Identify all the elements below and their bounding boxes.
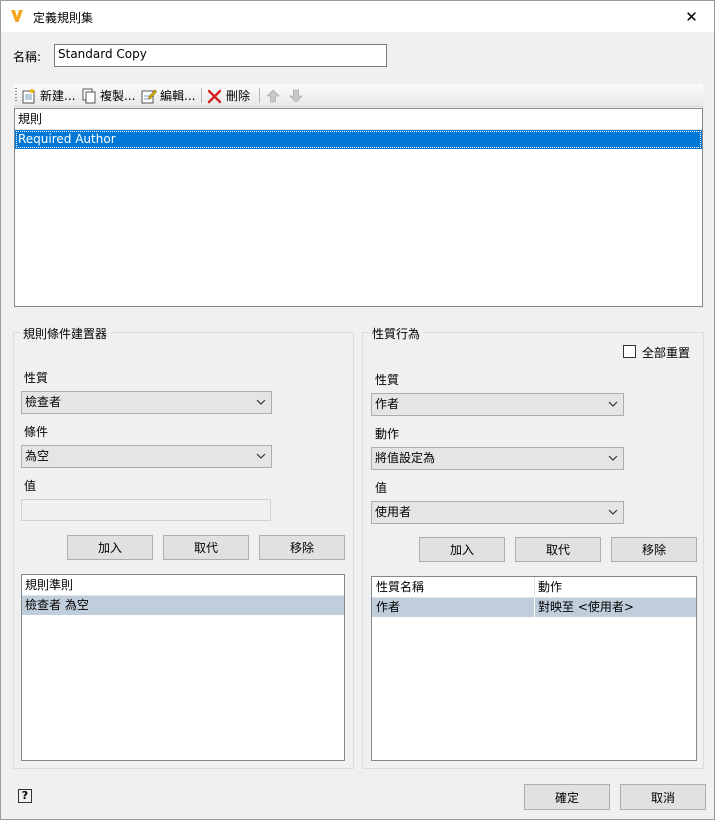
property-action-table[interactable]: 性質名稱 動作 作者 對映至 <使用者> <box>371 576 697 761</box>
column-header-property-name[interactable]: 性質名稱 <box>376 577 424 598</box>
table-row[interactable]: 作者 對映至 <使用者> <box>372 598 696 617</box>
delete-x-icon <box>207 89 222 103</box>
rule-item[interactable]: Required Author <box>15 130 702 149</box>
rules-toolbar: 新建... 複製... 編輯... 刪除 <box>14 84 703 107</box>
cb-property-select[interactable]: 檢查者 <box>21 391 272 414</box>
arrow-down-icon <box>289 89 303 102</box>
reset-all-label[interactable]: 全部重置 <box>642 344 690 361</box>
pb-replace-button[interactable]: 取代 <box>515 537 601 562</box>
help-icon[interactable]: ? <box>18 789 32 803</box>
table-cell-action: 對映至 <使用者> <box>538 600 634 614</box>
close-icon: ✕ <box>685 7 698 26</box>
cb-value-label: 值 <box>24 479 37 493</box>
edit-button-label: 編輯... <box>160 89 196 103</box>
column-divider[interactable] <box>534 577 535 598</box>
toolbar-separator <box>201 88 202 103</box>
condition-builder-title: 規則條件建置器 <box>20 325 111 342</box>
cb-replace-button[interactable]: 取代 <box>163 535 249 560</box>
chevron-down-icon <box>608 455 618 461</box>
edit-icon <box>141 89 157 103</box>
table-header: 性質名稱 動作 <box>372 577 696 598</box>
pb-value-label: 值 <box>375 481 388 495</box>
pb-add-button[interactable]: 加入 <box>419 537 505 562</box>
name-label: 名稱: <box>13 50 42 64</box>
cb-property-label: 性質 <box>24 371 49 385</box>
cancel-button[interactable]: 取消 <box>620 784 706 810</box>
toolbar-separator <box>259 88 260 103</box>
criteria-list[interactable]: 規則準則 檢查者 為空 <box>21 574 345 761</box>
column-header-action[interactable]: 動作 <box>538 577 562 598</box>
copy-button-label: 複製... <box>100 89 136 103</box>
title-bar: 定義規則集 ✕ <box>1 1 714 32</box>
pb-action-label: 動作 <box>375 427 400 441</box>
pb-property-value: 作者 <box>375 397 400 411</box>
toolbar-grip[interactable] <box>15 88 17 103</box>
name-input[interactable]: Standard Copy <box>54 44 387 67</box>
chevron-down-icon <box>608 509 618 515</box>
new-button[interactable]: 新建... <box>21 86 75 105</box>
pb-property-label: 性質 <box>375 373 400 387</box>
new-document-icon <box>22 87 35 103</box>
pb-action-select[interactable]: 將值設定為 <box>371 447 624 470</box>
arrow-up-icon <box>266 89 280 102</box>
reset-all-checkbox[interactable] <box>623 345 636 358</box>
vault-app-icon <box>11 10 23 22</box>
cb-remove-button[interactable]: 移除 <box>259 535 345 560</box>
property-behavior-title: 性質行為 <box>369 325 424 342</box>
cb-add-button[interactable]: 加入 <box>67 535 153 560</box>
window-title: 定義規則集 <box>33 11 94 25</box>
copy-button[interactable]: 複製... <box>81 86 135 105</box>
delete-button-label: 刪除 <box>226 89 251 103</box>
cb-property-value: 檢查者 <box>25 395 62 409</box>
cb-condition-select[interactable]: 為空 <box>21 445 272 468</box>
column-divider <box>534 598 535 617</box>
criteria-list-header[interactable]: 規則準則 <box>22 575 344 596</box>
edit-button[interactable]: 編輯... <box>141 86 195 105</box>
pb-value-select[interactable]: 使用者 <box>371 501 624 524</box>
move-up-button[interactable] <box>265 86 284 105</box>
cb-value-input[interactable] <box>21 499 271 521</box>
close-button[interactable]: ✕ <box>669 1 714 32</box>
chevron-down-icon <box>256 453 266 459</box>
new-button-label: 新建... <box>40 89 76 103</box>
pb-value-value: 使用者 <box>375 505 412 519</box>
pb-action-value: 將值設定為 <box>375 451 436 465</box>
chevron-down-icon <box>256 399 266 405</box>
cb-condition-value: 為空 <box>25 449 50 463</box>
ok-button[interactable]: 確定 <box>524 784 610 810</box>
chevron-down-icon <box>608 401 618 407</box>
pb-property-select[interactable]: 作者 <box>371 393 624 416</box>
define-ruleset-dialog: 定義規則集 ✕ 名稱: Standard Copy 新建... 複製... 編輯… <box>0 0 715 820</box>
cb-condition-label: 條件 <box>24 425 49 439</box>
table-cell-property: 作者 <box>376 600 401 614</box>
rules-list[interactable]: 規則 Required Author <box>14 108 703 307</box>
delete-button[interactable]: 刪除 <box>207 86 250 105</box>
move-down-button[interactable] <box>288 86 307 105</box>
rules-list-header[interactable]: 規則 <box>15 109 702 130</box>
criteria-item[interactable]: 檢查者 為空 <box>22 596 344 615</box>
pb-remove-button[interactable]: 移除 <box>611 537 697 562</box>
copy-icon <box>82 88 96 103</box>
